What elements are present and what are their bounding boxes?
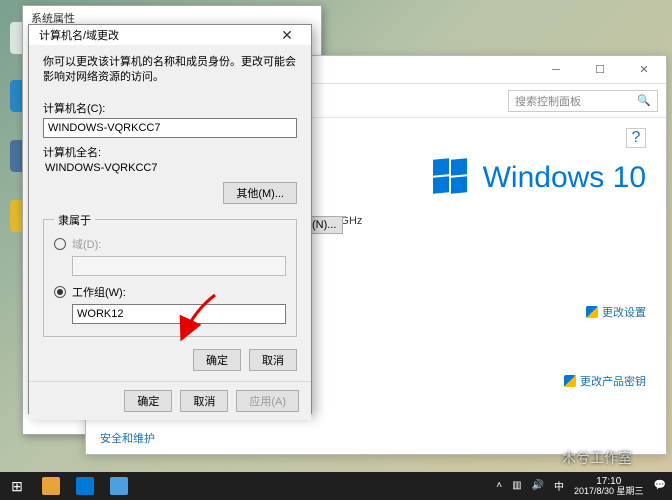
close-icon[interactable]: ✕	[269, 25, 305, 45]
other-button[interactable]: 其他(M)...	[223, 182, 297, 204]
full-name-value: WINDOWS-VQRKCC7	[43, 162, 297, 174]
dialog-title: 计算机名/域更改	[39, 27, 269, 43]
tray-ime[interactable]: 中	[554, 478, 564, 493]
workgroup-input[interactable]	[72, 304, 286, 324]
dialog-titlebar: 计算机名/域更改 ✕	[29, 25, 311, 45]
domain-radio[interactable]	[54, 238, 66, 250]
computer-name-label: 计算机名(C):	[43, 100, 297, 116]
taskbar: ⊞ ˄ ▥ 🔊 中 17:10 2017/8/30 星期三 💬	[0, 472, 672, 500]
member-legend: 隶属于	[54, 212, 95, 228]
help-icon[interactable]: ?	[626, 128, 646, 148]
change-key-link[interactable]: 更改产品密钥	[564, 373, 646, 389]
tray-volume-icon[interactable]: 🔊	[532, 480, 544, 491]
taskbar-app[interactable]	[68, 472, 102, 500]
domain-input	[72, 256, 286, 276]
shield-icon	[586, 306, 598, 318]
shield-icon	[564, 375, 576, 387]
computer-name-input[interactable]	[43, 118, 297, 138]
workgroup-label: 工作组(W):	[72, 284, 126, 300]
minimize-button[interactable]: ─	[534, 56, 578, 84]
security-link[interactable]: 安全和维护	[100, 430, 155, 446]
brand-text: Windows 10	[483, 161, 646, 195]
taskbar-app[interactable]	[102, 472, 136, 500]
system-tray: ˄ ▥ 🔊 中 17:10 2017/8/30 星期三 💬	[496, 476, 672, 497]
parent-ok-button[interactable]: 确定	[124, 390, 172, 412]
search-icon: 🔍	[637, 94, 651, 107]
cancel-button[interactable]: 取消	[249, 349, 297, 371]
parent-cancel-button[interactable]: 取消	[180, 390, 228, 412]
clock[interactable]: 17:10 2017/8/30 星期三	[574, 476, 644, 497]
watermark: 木兮工作室	[562, 448, 632, 468]
member-of-group: 隶属于 域(D): 工作组(W):	[43, 212, 297, 337]
windows-logo-icon	[433, 159, 471, 197]
taskbar-app[interactable]	[34, 472, 68, 500]
dialog-description: 你可以更改该计算机的名称和成员身份。更改可能会影响对网络资源的访问。	[43, 55, 297, 86]
ok-button[interactable]: 确定	[193, 349, 241, 371]
computer-name-dialog: 计算机名/域更改 ✕ 你可以更改该计算机的名称和成员身份。更改可能会影响对网络资…	[28, 24, 312, 414]
start-button[interactable]: ⊞	[0, 472, 34, 500]
tray-battery-icon[interactable]: ▥	[512, 480, 521, 491]
close-button[interactable]: ✕	[622, 56, 666, 84]
search-placeholder: 搜索控制面板	[515, 93, 581, 109]
change-settings-link[interactable]: 更改设置	[586, 295, 646, 328]
tray-notification-icon[interactable]: 💬	[654, 480, 666, 491]
workgroup-radio[interactable]	[54, 286, 66, 298]
apply-button: 应用(A)	[236, 390, 299, 412]
domain-label: 域(D):	[72, 236, 101, 252]
full-name-label: 计算机全名:	[43, 144, 297, 160]
search-input[interactable]: 搜索控制面板 🔍	[508, 90, 658, 112]
tray-up-icon[interactable]: ˄	[496, 480, 502, 491]
maximize-button[interactable]: ☐	[578, 56, 622, 84]
